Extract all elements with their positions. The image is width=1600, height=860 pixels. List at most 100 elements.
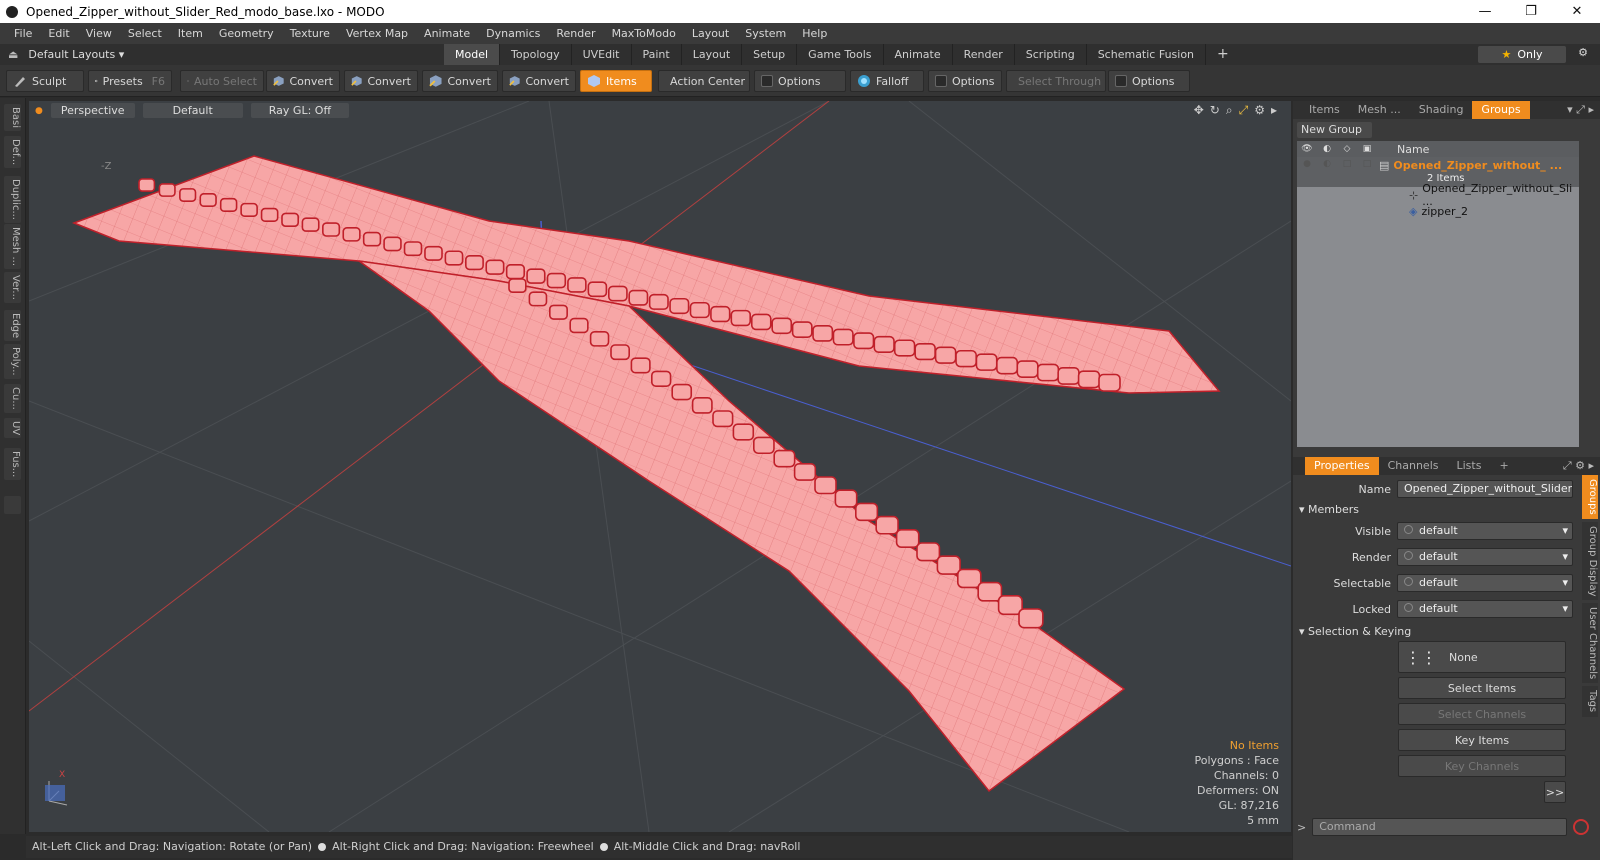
- visibility-toggle[interactable]: ●: [1297, 159, 1317, 169]
- layout-select[interactable]: Default Layouts ▾: [28, 48, 148, 61]
- select-channels-button[interactable]: Select Channels: [1398, 703, 1566, 725]
- left-tab-uv[interactable]: UV: [4, 418, 21, 439]
- left-tab-duplicate[interactable]: Duplic...: [4, 176, 21, 223]
- select-items-button[interactable]: Select Items: [1398, 677, 1566, 699]
- layout-pin-icon[interactable]: ⏏: [8, 48, 18, 61]
- menu-maxtomodo[interactable]: MaxToModo: [604, 23, 684, 44]
- options-button-1[interactable]: Options: [754, 70, 846, 92]
- menu-select[interactable]: Select: [120, 23, 170, 44]
- list-item[interactable]: ◈ zipper_2: [1297, 203, 1579, 219]
- command-input[interactable]: Command: [1312, 818, 1568, 836]
- raygl-toggle[interactable]: Ray GL: Off: [250, 103, 350, 118]
- key-channels-button[interactable]: Key Channels: [1398, 755, 1566, 777]
- render-icon[interactable]: ◐: [1317, 144, 1337, 154]
- view-select[interactable]: Perspective: [50, 103, 135, 118]
- left-tab-vertex[interactable]: Ver...: [4, 272, 21, 303]
- pan-icon[interactable]: ✥: [1194, 103, 1204, 118]
- items-mode-button[interactable]: Items: [580, 70, 652, 92]
- select-icon[interactable]: ◇: [1337, 144, 1357, 154]
- viewport-menu-icon[interactable]: ▸: [1271, 103, 1277, 118]
- menu-file[interactable]: File: [6, 23, 40, 44]
- convert-button-2[interactable]: Convert: [344, 70, 418, 92]
- panel-tab-mesh[interactable]: Mesh ...: [1349, 101, 1410, 119]
- menu-vertex-map[interactable]: Vertex Map: [338, 23, 416, 44]
- add-tab-button[interactable]: +: [1206, 44, 1240, 65]
- vtab-group-display[interactable]: Group Display: [1582, 521, 1598, 601]
- left-tab-curve[interactable]: Cu...: [4, 384, 21, 413]
- convert-button-1[interactable]: Convert: [266, 70, 340, 92]
- members-section[interactable]: ▾ Members: [1299, 503, 1359, 516]
- tab-lists[interactable]: Lists: [1448, 457, 1491, 475]
- menu-dynamics[interactable]: Dynamics: [478, 23, 548, 44]
- fit-icon[interactable]: ⤢: [1239, 103, 1249, 118]
- left-tab-basic[interactable]: Basi: [4, 104, 21, 131]
- panel-tab-items[interactable]: Items: [1293, 101, 1349, 119]
- menu-item[interactable]: Item: [170, 23, 211, 44]
- panel-tab-groups[interactable]: Groups: [1472, 101, 1530, 119]
- left-tab-edge[interactable]: Edge: [4, 310, 21, 342]
- selection-keying-section[interactable]: ▾ Selection & Keying: [1299, 625, 1411, 638]
- record-icon[interactable]: [1573, 819, 1590, 835]
- eye-icon[interactable]: 👁: [1297, 144, 1317, 154]
- convert-button-3[interactable]: Convert: [422, 70, 498, 92]
- vtab-user-channels[interactable]: User Channels: [1582, 603, 1598, 684]
- lock-icon[interactable]: ▣: [1357, 144, 1377, 154]
- viewport-gear-icon[interactable]: ⚙: [1254, 103, 1265, 118]
- tab-properties[interactable]: Properties: [1305, 457, 1379, 475]
- vtab-tags[interactable]: Tags: [1582, 686, 1598, 717]
- panel-tab-shading[interactable]: Shading: [1410, 101, 1473, 119]
- options-checkbox-3[interactable]: [1115, 75, 1127, 87]
- name-field[interactable]: Opened_Zipper_without_Slider_R: [1397, 480, 1573, 498]
- menu-edit[interactable]: Edit: [40, 23, 77, 44]
- zoom-icon[interactable]: ⌕: [1226, 103, 1233, 118]
- render-toggle[interactable]: ◐: [1317, 159, 1337, 169]
- tab-schematic-fusion[interactable]: Schematic Fusion: [1087, 44, 1207, 65]
- viewport-pin-icon[interactable]: ●: [35, 106, 43, 116]
- menu-system[interactable]: System: [737, 23, 794, 44]
- key-items-button[interactable]: Key Items: [1398, 729, 1566, 751]
- tab-render[interactable]: Render: [953, 44, 1015, 65]
- tab-channels[interactable]: Channels: [1379, 457, 1448, 475]
- action-center-button[interactable]: Action Center: [658, 70, 750, 92]
- 3d-viewport[interactable]: ● Perspective Default Ray GL: Off ✥ ↻ ⌕ …: [29, 101, 1291, 832]
- tab-topology[interactable]: Topology: [500, 44, 572, 65]
- left-tab-deform[interactable]: Def...: [4, 136, 21, 169]
- tab-setup[interactable]: Setup: [742, 44, 798, 65]
- visible-select[interactable]: default ▾: [1397, 522, 1573, 540]
- select-toggle[interactable]: □: [1337, 159, 1357, 169]
- menu-help[interactable]: Help: [794, 23, 835, 44]
- rotate-icon[interactable]: ↻: [1210, 103, 1220, 118]
- presets-button[interactable]: Presets F6: [88, 70, 172, 92]
- menu-render[interactable]: Render: [548, 23, 603, 44]
- selectable-select[interactable]: default ▾: [1397, 574, 1573, 592]
- menu-animate[interactable]: Animate: [416, 23, 478, 44]
- locked-select[interactable]: default ▾: [1397, 600, 1573, 618]
- options-checkbox-2[interactable]: [935, 75, 947, 87]
- tab-uvedit[interactable]: UVEdit: [572, 44, 632, 65]
- tab-paint[interactable]: Paint: [632, 44, 682, 65]
- more-button[interactable]: >>: [1544, 781, 1566, 803]
- options-checkbox-1[interactable]: [761, 75, 773, 87]
- convert-button-4[interactable]: Convert: [502, 70, 576, 92]
- panel-expand-icon[interactable]: ▾ ⤢ ▸: [1567, 103, 1594, 117]
- lock-toggle[interactable]: □: [1357, 159, 1377, 169]
- options-button-2[interactable]: Options: [928, 70, 1002, 92]
- left-tab-fusion[interactable]: Fus...: [4, 448, 21, 481]
- vtab-groups[interactable]: Groups: [1582, 475, 1598, 519]
- only-button[interactable]: ★ Only: [1478, 46, 1566, 63]
- menu-view[interactable]: View: [78, 23, 120, 44]
- menu-geometry[interactable]: Geometry: [211, 23, 282, 44]
- new-group-button[interactable]: New Group: [1297, 122, 1372, 138]
- menu-layout[interactable]: Layout: [684, 23, 737, 44]
- left-tab-mesh[interactable]: Mesh ...: [4, 224, 21, 270]
- gear-icon[interactable]: ⚙: [1574, 46, 1592, 63]
- tab-game-tools[interactable]: Game Tools: [797, 44, 884, 65]
- tab-layout[interactable]: Layout: [682, 44, 743, 65]
- shading-select[interactable]: Default: [142, 103, 243, 118]
- select-through-button[interactable]: Select Through: [1006, 70, 1106, 92]
- selection-none-button[interactable]: ⋮⋮ None: [1398, 641, 1566, 673]
- render-select[interactable]: default ▾: [1397, 548, 1573, 566]
- menu-texture[interactable]: Texture: [282, 23, 338, 44]
- sculpt-button[interactable]: Sculpt: [6, 70, 84, 92]
- maximize-button[interactable]: ❐: [1508, 0, 1554, 23]
